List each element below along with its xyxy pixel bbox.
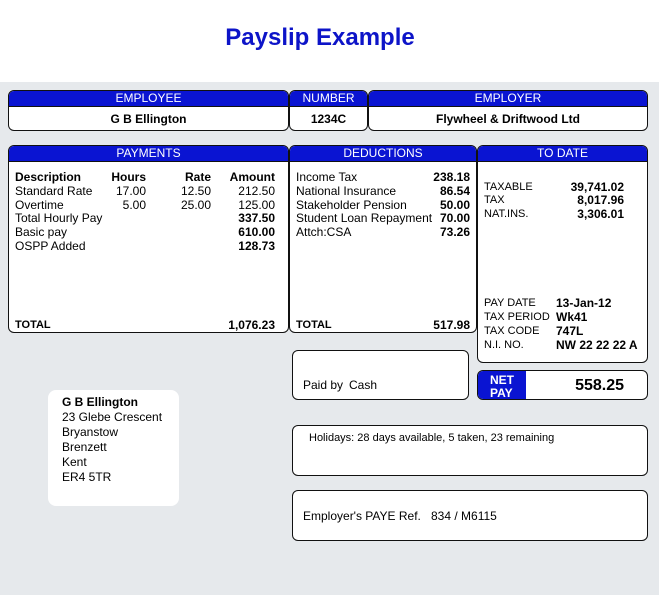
deduction-row-amount: 86.54 [439, 184, 470, 198]
payment-row-amount: 610.00 [238, 225, 275, 239]
paid-by-label: Paid by [303, 378, 344, 392]
employer-box: EMPLOYER Flywheel & Driftwood Ltd [368, 90, 648, 131]
payment-row-amount: 128.73 [238, 239, 275, 253]
pay-info-label: TAX PERIOD [484, 311, 550, 323]
payment-row-desc: Standard Rate [15, 184, 93, 198]
pay-info-label: N.I. NO. [484, 339, 524, 351]
paid-by-box: Paid by Cash [292, 350, 469, 400]
page-title: Payslip Example [225, 24, 415, 51]
deduction-row-amount: 50.00 [439, 198, 470, 212]
payment-row-hours: 17.00 [115, 184, 146, 198]
employee-header: EMPLOYEE [9, 91, 288, 107]
payment-row-amount: 337.50 [238, 211, 275, 225]
deduction-row-desc: Income Tax [296, 170, 358, 184]
deduction-row-amount: 73.26 [439, 225, 470, 239]
net-pay-label: NET PAY [478, 371, 526, 399]
payment-row-amount: 125.00 [238, 198, 275, 212]
paye-ref-label: Employer's PAYE Ref. [303, 509, 421, 523]
deductions-box: DEDUCTIONS Income Tax 238.18 National In… [289, 145, 477, 333]
pay-info-label: PAY DATE [484, 297, 536, 309]
holidays-text: Holidays: 28 days available, 5 taken, 23… [309, 432, 555, 444]
deductions-total-label: TOTAL [296, 319, 332, 331]
deduction-row-desc: Stakeholder Pension [296, 198, 407, 212]
employer-name: Flywheel & Driftwood Ltd [436, 112, 580, 126]
address-name: G B Ellington [62, 395, 138, 409]
pay-info-value: NW 22 22 22 A [556, 338, 638, 352]
payments-col-rate: Rate [184, 170, 211, 184]
to-date-label: NAT.INS. [484, 208, 529, 220]
net-pay-label-line2: PAY [490, 386, 513, 400]
deduction-row-desc: Attch:CSA [296, 225, 352, 239]
payments-total-label: TOTAL [15, 319, 51, 331]
payment-row-rate: 25.00 [180, 198, 211, 212]
pay-info-label: TAX CODE [484, 325, 540, 337]
deductions-header: DEDUCTIONS [290, 146, 476, 162]
payment-row-hours: 5.00 [122, 198, 146, 212]
to-date-value: 8,017.96 [577, 193, 624, 207]
payments-total-value: 1,076.23 [228, 318, 275, 332]
address-line: Bryanstow [62, 425, 119, 439]
to-date-label: TAX [484, 194, 505, 206]
payments-header: PAYMENTS [9, 146, 288, 162]
employee-box: EMPLOYEE G B Ellington [8, 90, 289, 131]
address-line: 23 Glebe Crescent [62, 410, 163, 424]
payment-row-desc: Overtime [15, 198, 64, 212]
payment-row-desc: Total Hourly Pay [15, 211, 103, 225]
number-header: NUMBER [290, 91, 367, 107]
paid-by-method: Cash [349, 378, 378, 392]
deduction-row-amount: 238.18 [433, 170, 470, 184]
address-line: Brenzett [62, 440, 107, 454]
paye-ref-value: 834 / M6115 [431, 509, 497, 523]
to-date-value: 39,741.02 [570, 180, 624, 194]
deduction-row-desc: Student Loan Repayment [296, 211, 433, 225]
deduction-row-amount: 70.00 [439, 211, 470, 225]
to-date-header: TO DATE [478, 146, 647, 162]
net-pay-value: 558.25 [575, 377, 624, 394]
paye-ref-box: Employer's PAYE Ref. 834 / M6115 [292, 490, 648, 541]
payment-row-desc: Basic pay [15, 225, 68, 239]
to-date-box: TO DATE TAXABLE 39,741.02 TAX 8,017.96 N… [477, 145, 648, 363]
payments-col-amount: Amount [229, 170, 275, 184]
address-box: G B Ellington 23 Glebe Crescent Bryansto… [48, 390, 179, 506]
payments-box: PAYMENTS Description Hours Rate Amount S… [8, 145, 289, 333]
employee-number: 1234C [310, 112, 347, 126]
payment-row-desc: OSPP Added [15, 239, 86, 253]
pay-info-value: 747L [556, 324, 584, 338]
pay-info-value: Wk41 [556, 310, 588, 324]
deductions-total-value: 517.98 [433, 318, 470, 332]
payment-row-rate: 12.50 [180, 184, 211, 198]
to-date-label: TAXABLE [484, 181, 533, 193]
payment-row-amount: 212.50 [238, 184, 275, 198]
address-postcode: ER4 5TR [62, 470, 112, 484]
pay-info-value: 13-Jan-12 [556, 296, 612, 310]
address-line: Kent [62, 455, 87, 469]
deduction-row-desc: National Insurance [296, 184, 397, 198]
holidays-box: Holidays: 28 days available, 5 taken, 23… [292, 425, 648, 476]
employer-header: EMPLOYER [369, 91, 647, 107]
to-date-value: 3,306.01 [577, 207, 624, 221]
payments-col-hours: Hours [111, 170, 146, 184]
net-pay-box: NET PAY 558.25 [477, 370, 648, 400]
employee-name: G B Ellington [110, 112, 187, 126]
payments-col-description: Description [15, 170, 82, 184]
number-box: NUMBER 1234C [289, 90, 368, 131]
